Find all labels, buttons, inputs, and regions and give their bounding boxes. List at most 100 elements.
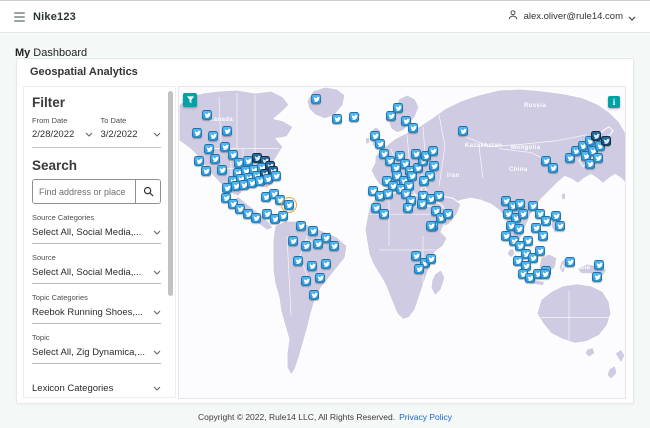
map-marker[interactable] bbox=[411, 149, 421, 159]
map-marker[interactable] bbox=[375, 139, 385, 149]
map-marker[interactable] bbox=[426, 221, 436, 231]
map-marker[interactable] bbox=[601, 136, 611, 146]
map-marker[interactable] bbox=[204, 144, 214, 154]
map-marker[interactable] bbox=[379, 209, 389, 219]
map-marker[interactable] bbox=[329, 241, 339, 251]
map-marker[interactable] bbox=[217, 165, 227, 175]
map-marker[interactable] bbox=[208, 131, 218, 141]
copyright-text: Copyright © 2022, Rule14 LLC, All Rights… bbox=[197, 412, 396, 422]
map-marker[interactable] bbox=[281, 197, 297, 213]
map-marker[interactable] bbox=[434, 191, 444, 201]
filter-heading: Filter bbox=[32, 95, 66, 110]
map-marker[interactable] bbox=[417, 199, 427, 209]
map-info-button[interactable]: i bbox=[608, 96, 620, 108]
chevron-down-icon bbox=[153, 386, 161, 391]
map-marker[interactable] bbox=[419, 176, 429, 186]
map-marker[interactable] bbox=[515, 199, 525, 209]
map-marker[interactable] bbox=[309, 290, 319, 300]
map-filter-button[interactable] bbox=[183, 93, 197, 107]
topic-categories-label: Topic Categories bbox=[32, 293, 88, 302]
privacy-policy-link[interactable]: Privacy Policy bbox=[399, 412, 452, 422]
search-button[interactable] bbox=[135, 180, 160, 203]
topic-label: Topic bbox=[32, 333, 50, 342]
map-marker[interactable] bbox=[403, 203, 413, 213]
map-marker[interactable] bbox=[383, 189, 393, 199]
map-marker[interactable] bbox=[414, 264, 424, 274]
topic-select[interactable]: Select All, Zig Dynamica,... bbox=[32, 344, 161, 364]
chevron-down-icon bbox=[153, 230, 161, 235]
chevron-down-icon bbox=[85, 132, 92, 137]
map-marker[interactable] bbox=[315, 273, 325, 283]
map-marker[interactable] bbox=[210, 154, 220, 164]
map-marker[interactable] bbox=[541, 216, 551, 226]
map-marker[interactable] bbox=[332, 114, 342, 124]
topic-categories-select[interactable]: Reebok Running Shoes,... bbox=[32, 304, 161, 324]
map-marker[interactable] bbox=[565, 257, 575, 267]
chevron-down-icon bbox=[153, 270, 161, 275]
map-marker[interactable] bbox=[321, 259, 331, 269]
map-marker[interactable] bbox=[535, 246, 545, 256]
source-categories-label: Source Categories bbox=[32, 213, 95, 222]
map-marker[interactable] bbox=[349, 112, 359, 122]
divider bbox=[32, 147, 161, 148]
map-marker[interactable] bbox=[408, 123, 418, 133]
from-date-select[interactable]: 2/28/2022 bbox=[32, 127, 93, 145]
to-date-label: To Date bbox=[100, 116, 127, 125]
info-icon: i bbox=[612, 97, 616, 107]
source-field: Source Select All, Social Media,... bbox=[32, 253, 161, 284]
map-marker[interactable] bbox=[518, 209, 528, 219]
map-marker[interactable] bbox=[592, 272, 602, 282]
user-email: alex.oliver@rule14.com bbox=[523, 11, 623, 22]
map-marker[interactable] bbox=[278, 211, 288, 221]
map-marker[interactable] bbox=[426, 254, 436, 264]
map-marker[interactable] bbox=[311, 94, 321, 104]
map-marker[interactable] bbox=[591, 131, 601, 141]
hamburger-menu-icon[interactable] bbox=[14, 11, 25, 22]
map-marker[interactable] bbox=[313, 239, 323, 249]
from-date-label: From Date bbox=[32, 116, 68, 125]
map-marker[interactable] bbox=[194, 156, 204, 166]
map-marker[interactable] bbox=[593, 153, 603, 163]
lexicon-categories-select[interactable]: Lexicon Categories bbox=[32, 380, 161, 397]
map-marker[interactable] bbox=[555, 221, 565, 231]
map-marker[interactable] bbox=[428, 146, 438, 156]
filter-scrollbar[interactable] bbox=[168, 91, 173, 296]
map-marker[interactable] bbox=[202, 110, 212, 120]
map-marker[interactable] bbox=[538, 231, 548, 241]
map-marker[interactable] bbox=[594, 260, 604, 270]
map-marker[interactable] bbox=[222, 126, 232, 136]
map-marker[interactable] bbox=[271, 171, 281, 181]
map-marker[interactable] bbox=[308, 226, 318, 236]
map-marker[interactable] bbox=[201, 166, 211, 176]
search-heading: Search bbox=[32, 158, 78, 173]
user-menu[interactable]: alex.oliver@rule14.com bbox=[507, 8, 636, 26]
chevron-down-icon bbox=[153, 310, 161, 315]
map-marker[interactable] bbox=[551, 211, 561, 221]
map-marker[interactable] bbox=[443, 209, 453, 219]
map-marker[interactable] bbox=[514, 224, 524, 234]
map-marker[interactable] bbox=[540, 269, 550, 279]
map-marker[interactable] bbox=[429, 161, 439, 171]
filter-panel: Filter From Date 2/28/2022 To Date 3/2/2… bbox=[23, 86, 176, 398]
to-date-select[interactable]: 3/2/2022 bbox=[101, 127, 162, 145]
map-marker[interactable] bbox=[301, 276, 311, 286]
search-box bbox=[32, 179, 161, 204]
map-marker[interactable] bbox=[296, 221, 306, 231]
map-marker[interactable] bbox=[548, 163, 558, 173]
map-marker[interactable] bbox=[307, 261, 317, 271]
map-marker[interactable] bbox=[301, 241, 311, 251]
source-categories-field: Source Categories Select All, Social Med… bbox=[32, 213, 161, 244]
page-title: Geospatial Analytics bbox=[30, 66, 138, 78]
map-marker[interactable] bbox=[293, 256, 303, 266]
map-canvas[interactable]: i Canada Russia Kazakhstan Mongolia China Ira… bbox=[178, 86, 626, 399]
map-marker[interactable] bbox=[393, 103, 403, 113]
map-marker[interactable] bbox=[251, 213, 261, 223]
footer: Copyright © 2022, Rule14 LLC, All Rights… bbox=[0, 412, 650, 422]
map-marker[interactable] bbox=[458, 126, 468, 136]
topic-field: Topic Select All, Zig Dynamica,... bbox=[32, 333, 161, 364]
search-input[interactable] bbox=[33, 180, 135, 203]
source-select[interactable]: Select All, Social Media,... bbox=[32, 264, 161, 284]
map-marker[interactable] bbox=[288, 236, 298, 246]
map-marker[interactable] bbox=[192, 128, 202, 138]
source-categories-select[interactable]: Select All, Social Media,... bbox=[32, 224, 161, 244]
